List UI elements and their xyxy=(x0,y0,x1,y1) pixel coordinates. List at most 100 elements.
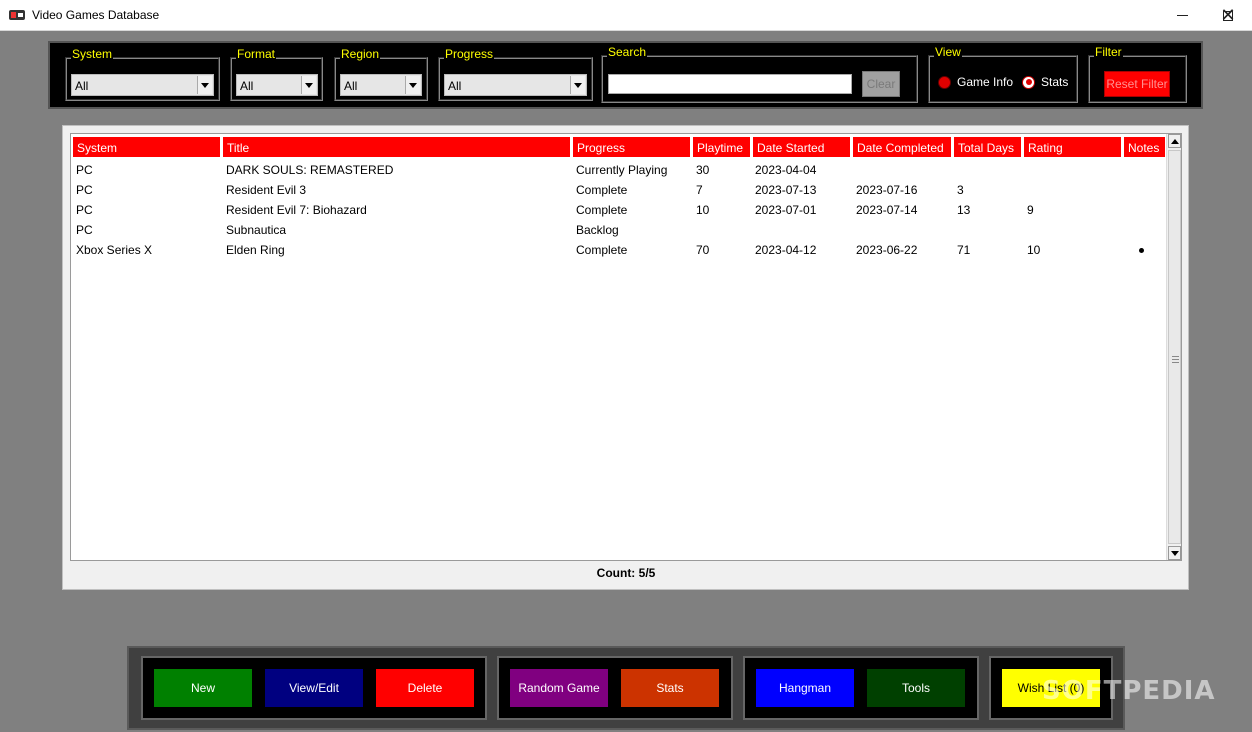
view-game-info-label: Game Info xyxy=(957,75,1014,89)
cell-title: Subnautica xyxy=(226,223,287,237)
view-label: View xyxy=(934,45,962,59)
scrollbar-thumb[interactable] xyxy=(1168,150,1181,544)
minimize-button[interactable] xyxy=(1159,0,1205,31)
view-stats-option[interactable]: Stats xyxy=(1022,75,1068,89)
grip-icon xyxy=(1172,356,1179,363)
app-icon xyxy=(9,10,25,20)
minimize-icon xyxy=(1176,15,1188,16)
system-select[interactable]: All xyxy=(71,74,214,96)
cell-total-days: 3 xyxy=(957,183,964,197)
system-filter-group: System All xyxy=(65,47,220,101)
format-select-value: All xyxy=(240,79,254,93)
filter-label: Filter xyxy=(1094,45,1123,59)
system-select-value: All xyxy=(75,79,89,93)
cell-system: PC xyxy=(76,223,93,237)
cell-progress: Complete xyxy=(576,243,628,257)
search-input[interactable] xyxy=(608,74,852,94)
scroll-down-button[interactable] xyxy=(1168,546,1181,560)
filter-group: Filter Reset Filter xyxy=(1088,45,1187,103)
cell-date-completed: 2023-07-14 xyxy=(856,203,918,217)
column-header-rating[interactable]: Rating xyxy=(1023,136,1123,158)
vertical-scrollbar[interactable] xyxy=(1166,134,1181,560)
cell-date-started: 2023-04-04 xyxy=(755,163,817,177)
view-game-info-option[interactable]: Game Info xyxy=(938,75,1013,89)
cell-date-started: 2023-04-12 xyxy=(755,243,817,257)
new-button[interactable]: New xyxy=(153,668,253,708)
title-bar: Video Games Database ✕ xyxy=(0,0,1252,31)
record-count: Count: 5/5 xyxy=(596,566,656,580)
cell-playtime: 10 xyxy=(696,203,710,217)
tools-button[interactable]: Tools xyxy=(866,668,966,708)
cell-rating: 10 xyxy=(1027,243,1041,257)
cell-progress: Backlog xyxy=(576,223,619,237)
system-dropdown-arrow[interactable] xyxy=(197,76,212,94)
search-group: Search Clear xyxy=(601,45,918,103)
notes-indicator-icon xyxy=(1139,248,1144,253)
softpedia-watermark: SOFTPEDIA xyxy=(1042,676,1216,706)
column-header-date-started[interactable]: Date Started xyxy=(752,136,852,158)
delete-button[interactable]: Delete xyxy=(375,668,475,708)
record-actions-group: New View/Edit Delete xyxy=(141,656,487,720)
radio-selected-icon[interactable] xyxy=(1022,75,1035,89)
cell-progress: Complete xyxy=(576,183,628,197)
hangman-button[interactable]: Hangman xyxy=(755,668,855,708)
chevron-down-icon xyxy=(201,82,209,88)
view-stats-label: Stats xyxy=(1041,75,1069,89)
cell-rating: 9 xyxy=(1027,203,1034,217)
cell-system: PC xyxy=(76,163,93,177)
cell-system: Xbox Series X xyxy=(76,243,153,257)
view-edit-button[interactable]: View/Edit xyxy=(264,668,364,708)
stats-button[interactable]: Stats xyxy=(620,668,720,708)
region-dropdown-arrow[interactable] xyxy=(405,76,420,94)
filter-bar: System All Format All Region All Progres… xyxy=(48,41,1203,109)
progress-filter-label: Progress xyxy=(444,47,495,61)
format-filter-label: Format xyxy=(236,47,277,61)
progress-filter-group: Progress All xyxy=(438,47,593,101)
cell-playtime: 7 xyxy=(696,183,703,197)
system-filter-label: System xyxy=(71,47,114,61)
cell-date-started: 2023-07-01 xyxy=(755,203,817,217)
chevron-down-icon xyxy=(574,82,582,88)
cell-date-completed: 2023-06-22 xyxy=(856,243,918,257)
progress-dropdown-arrow[interactable] xyxy=(570,76,585,94)
radio-icon[interactable] xyxy=(938,75,951,89)
cell-date-started: 2023-07-13 xyxy=(755,183,817,197)
column-header-notes[interactable]: Notes xyxy=(1123,136,1167,158)
reset-filter-button[interactable]: Reset Filter xyxy=(1104,71,1170,97)
cell-system: PC xyxy=(76,183,93,197)
cell-playtime: 30 xyxy=(696,163,710,177)
region-filter-group: Region All xyxy=(334,47,428,101)
action-bar: New View/Edit Delete Random Game Stats H… xyxy=(127,646,1125,730)
progress-select[interactable]: All xyxy=(444,74,587,96)
region-select[interactable]: All xyxy=(340,74,422,96)
close-button[interactable]: ✕ xyxy=(1205,0,1251,31)
cell-progress: Complete xyxy=(576,203,628,217)
cell-title: Resident Evil 7: Biohazard xyxy=(226,203,367,217)
column-header-date-completed[interactable]: Date Completed xyxy=(852,136,953,158)
arrow-down-icon xyxy=(1170,550,1179,556)
column-header-playtime[interactable]: Playtime xyxy=(692,136,752,158)
column-header-title[interactable]: Title xyxy=(222,136,572,158)
progress-select-value: All xyxy=(448,79,462,93)
format-dropdown-arrow[interactable] xyxy=(301,76,316,94)
random-game-button[interactable]: Random Game xyxy=(509,668,609,708)
cell-title: Elden Ring xyxy=(226,243,285,257)
cell-total-days: 71 xyxy=(957,243,971,257)
region-filter-label: Region xyxy=(340,47,381,61)
search-label: Search xyxy=(607,45,648,59)
clear-search-button[interactable]: Clear xyxy=(862,71,900,97)
close-icon: ✕ xyxy=(1220,4,1236,26)
column-header-progress[interactable]: Progress xyxy=(572,136,692,158)
column-header-system[interactable]: System xyxy=(72,136,222,158)
cell-title: DARK SOULS: REMASTERED xyxy=(226,163,394,177)
format-filter-group: Format All xyxy=(230,47,323,101)
region-select-value: All xyxy=(344,79,358,93)
column-header-total-days[interactable]: Total Days xyxy=(953,136,1023,158)
window-title: Video Games Database xyxy=(32,8,160,22)
games-list[interactable]: System Title Progress Playtime Date Star… xyxy=(70,133,1182,561)
scroll-up-button[interactable] xyxy=(1168,134,1181,148)
cell-progress: Currently Playing xyxy=(576,163,668,177)
view-group: View Game Info Stats xyxy=(928,45,1078,103)
extra-actions-group: Random Game Stats xyxy=(497,656,733,720)
format-select[interactable]: All xyxy=(236,74,318,96)
